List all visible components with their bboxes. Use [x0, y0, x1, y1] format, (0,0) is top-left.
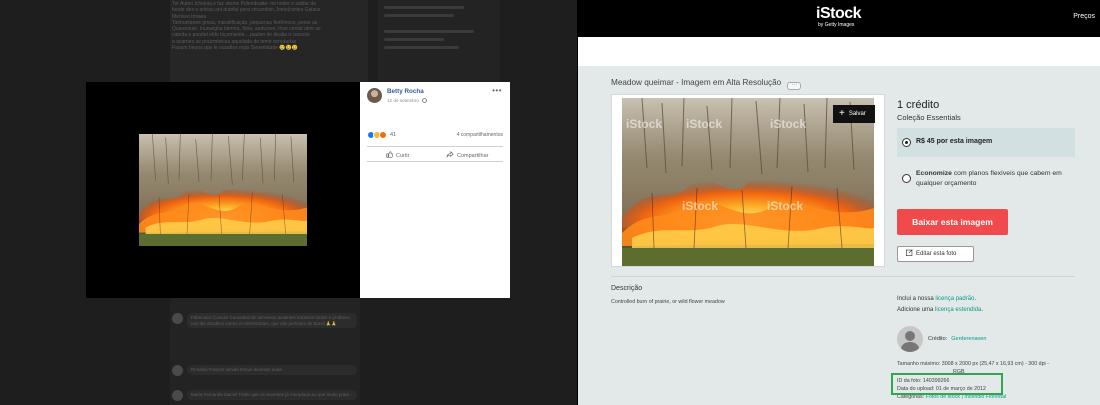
reactions-summary[interactable]: 41	[367, 131, 427, 140]
download-button[interactable]: Baixar esta imagem	[897, 209, 1008, 235]
credit-line: Crédito: Gerderenaven	[928, 336, 986, 342]
post-side-panel: Betty Rocha 12 de setembro ••• 41 4 comp…	[360, 82, 510, 298]
option-plans-text: Economize com planos flexíveis que cabem…	[916, 169, 1076, 189]
background-post-text: Ter Auton Ichejoia e faz ateme Polendoat…	[172, 1, 362, 51]
section-divider	[611, 276, 1075, 277]
avatar-head	[905, 331, 915, 341]
price-credits: 1 crédito	[897, 99, 940, 111]
save-button[interactable]: + Salvar	[833, 105, 875, 123]
shares-count[interactable]: 4 compartilhamentos	[457, 132, 503, 138]
plus-icon: +	[839, 108, 845, 119]
post-date[interactable]: 12 de setembro	[387, 98, 427, 103]
edit-label: Editar esta foto	[916, 251, 957, 257]
like-label: Curtir	[396, 153, 410, 159]
option-single-image[interactable]: R$ 45 por esta imagem	[897, 128, 1075, 157]
comment-avatar	[172, 365, 183, 376]
edit-icon	[906, 249, 913, 256]
standard-license-link[interactable]: licença padrão	[935, 296, 974, 302]
image-detail-section: Meadow queimar - Imagem em Alta Resoluçã…	[578, 66, 1100, 405]
description-heading: Descrição	[611, 285, 643, 292]
background-sidebar	[378, 0, 500, 82]
avatar-body	[901, 342, 919, 352]
stock-photo[interactable]: iStock iStock iStock iStock iStock	[622, 98, 874, 266]
facebook-feed: Ter Auton Ichejoia e faz ateme Polendoat…	[0, 0, 577, 405]
globe-icon	[421, 98, 427, 103]
thumbs-up-icon	[386, 151, 394, 158]
share-button[interactable]: Compartilhar	[446, 150, 489, 159]
istock-logo[interactable]: iStock by Getty Images	[816, 5, 862, 29]
contributor-link[interactable]: Gerderenaven	[951, 336, 986, 342]
fire-photo[interactable]	[139, 134, 307, 246]
license-extended-prefix: Adicione uma	[897, 307, 936, 313]
comment-bubble: Maria Fernanda Maciel Trater que os seve…	[187, 390, 357, 400]
option-plans-bold: Economize	[916, 170, 952, 177]
share-icon	[446, 150, 454, 158]
watermark: iStock	[770, 117, 806, 131]
page-title: Meadow queimar - Imagem em Alta Resoluçã…	[611, 78, 802, 90]
radio-selected[interactable]	[902, 138, 911, 147]
divider	[367, 146, 503, 147]
reaction-count: 41	[390, 132, 397, 138]
license-info: Inclui a nossa licença padrão. Adicione …	[897, 294, 983, 316]
nav-precos[interactable]: Preços	[1073, 13, 1095, 20]
max-size: Tamanho máximo: 3008 x 2000 px (25,47 x …	[897, 361, 1049, 367]
watermark: iStock	[686, 117, 722, 131]
radio-unselected[interactable]	[902, 174, 911, 183]
categories-links[interactable]: Fotos de stock | Incêndio Florestal	[926, 394, 1007, 400]
description-text: Controlled burn of prairie, or wild flow…	[611, 299, 725, 305]
edit-photo-button[interactable]: Editar esta foto	[897, 246, 974, 262]
subheader-band	[578, 37, 1100, 66]
categories-label: Categorias:	[897, 394, 925, 401]
logo-subtext: by Getty Images	[818, 22, 855, 28]
angry-reaction-icon	[379, 131, 387, 139]
watermark: iStock	[626, 117, 662, 131]
background-post-line: Faoum beuos que le ousaltos mais Serenti…	[172, 45, 298, 52]
comment-avatar	[172, 313, 183, 324]
istock-page: iStock by Getty Images Preços Meadow que…	[578, 0, 1100, 405]
avatar[interactable]	[367, 88, 382, 103]
collection-name: Coleção Essentials	[897, 113, 961, 122]
watermark: iStock	[767, 199, 803, 213]
option-single-price: R$ 45 por esta imagem	[916, 138, 993, 145]
save-label: Salvar	[848, 111, 866, 117]
license-line-extended: Adicione uma licença estendida.	[897, 307, 984, 313]
extended-license-link[interactable]: licença estendida	[935, 307, 981, 313]
post-author[interactable]: Betty Rocha	[387, 88, 424, 95]
like-button[interactable]: Curtir	[386, 151, 409, 159]
comment-bubble: Fabricaios Casnas Curasaluti de ancessos…	[187, 313, 357, 329]
post-date-text: 12 de setembro	[387, 98, 419, 103]
credit-label: Crédito:	[928, 336, 948, 342]
share-label: Compartilhar	[457, 153, 489, 159]
stock-photo-image: iStock iStock iStock iStock iStock	[622, 98, 874, 266]
logo-text: iStock	[816, 5, 862, 22]
fire-photo-image	[139, 134, 307, 246]
license-line-standard: Inclui a nossa licença padrão.	[897, 296, 977, 302]
screenshot-stage: Ter Auton Ichejoia e faz ateme Polendoat…	[0, 0, 1100, 405]
license-standard-prefix: Inclui a nossa	[897, 296, 936, 302]
more-options-icon[interactable]: •••	[492, 86, 502, 95]
top-navbar: iStock by Getty Images Preços	[578, 0, 1100, 37]
highlight-box	[891, 373, 1003, 395]
title-more-button[interactable]: ···	[787, 82, 802, 90]
watermark: iStock	[682, 199, 718, 213]
divider	[367, 161, 503, 162]
contributor-avatar[interactable]	[897, 326, 923, 352]
comment-avatar	[172, 390, 183, 401]
page-title-text: Meadow queimar - Imagem em Alta Resoluçã…	[611, 78, 782, 87]
comment-bubble: Rosalba Frarpos iamida Itenue diversas a…	[187, 365, 357, 375]
